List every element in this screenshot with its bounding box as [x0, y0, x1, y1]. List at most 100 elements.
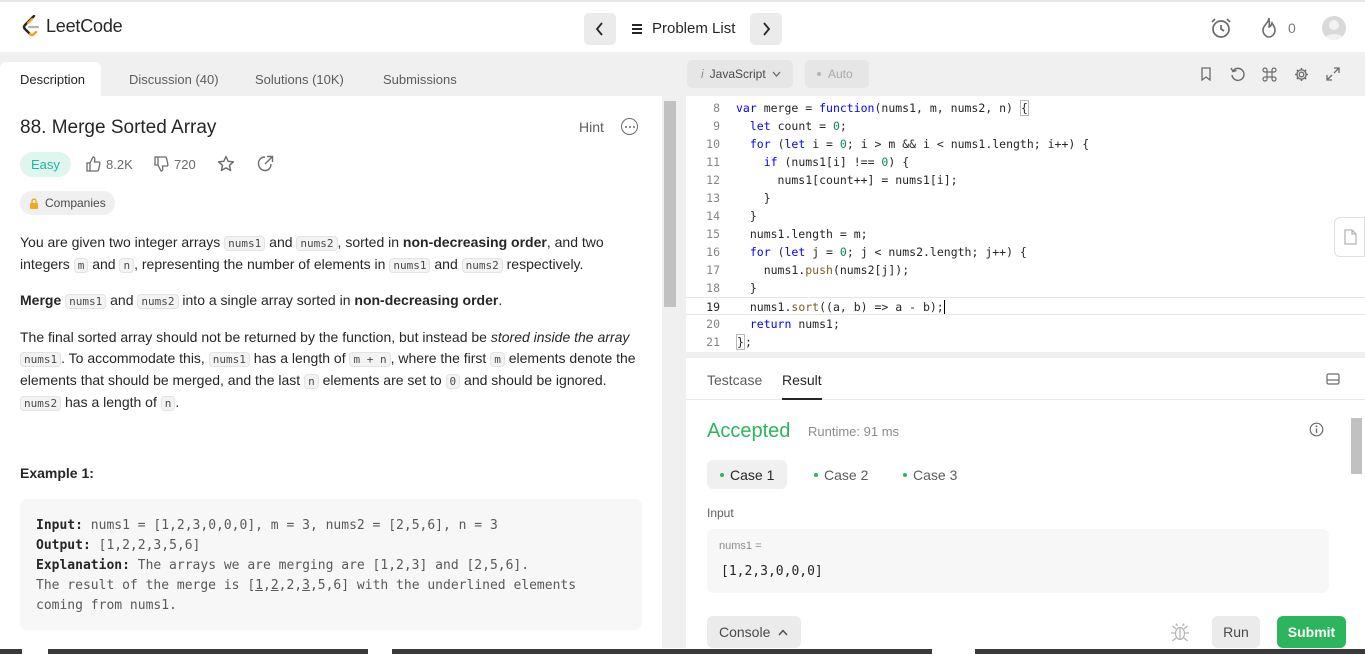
- problem-list-label: Problem List: [652, 20, 736, 37]
- code-line: 17 nums1.push(nums2[j]);: [706, 263, 910, 277]
- side-note-tab[interactable]: [1334, 217, 1365, 257]
- description-paragraph-1: You are given two integer arrays nums1 a…: [20, 234, 604, 273]
- code-line: 20 return nums1;: [706, 317, 840, 331]
- code-line-current: 19 nums1.sort((a, b) => a - b);: [686, 297, 1365, 315]
- active-tab-indicator: [782, 398, 822, 400]
- code-line: 16 for (let j = 0; j < nums2.length; j++…: [706, 245, 1027, 259]
- auto-label: Auto: [828, 67, 853, 81]
- chevron-left-icon: [595, 22, 603, 36]
- like-count: 8.2K: [106, 156, 133, 172]
- gear-icon[interactable]: [1294, 67, 1309, 87]
- example-box: Input: nums1 = [1,2,3,0,0,0], m = 3, num…: [20, 499, 642, 630]
- chevron-right-icon: [763, 22, 771, 36]
- code-line: 18 }: [706, 281, 757, 295]
- logo-text: LeetCode: [46, 15, 123, 36]
- menu-icon: [632, 23, 642, 34]
- code-line: 11 if (nums1[i] !== 0) {: [706, 155, 910, 169]
- info-circle-icon[interactable]: [1309, 422, 1324, 442]
- result-scroll-thumb[interactable]: [1351, 418, 1362, 474]
- code-line: 15 nums1.length = m;: [706, 227, 868, 241]
- tab-result[interactable]: Result: [782, 372, 822, 388]
- tab-discussion[interactable]: Discussion (40): [129, 72, 219, 87]
- code-line: 21};: [706, 334, 752, 350]
- bottom-bar-segment: [392, 649, 932, 654]
- runtime-text: Runtime: 91 ms: [808, 424, 900, 439]
- bookmark-icon[interactable]: [1200, 67, 1212, 86]
- document-icon: [1343, 229, 1357, 245]
- fire-icon: [1262, 17, 1276, 38]
- example-title: Example 1:: [20, 465, 94, 481]
- code-line: 13 }: [706, 191, 771, 205]
- description-scroll-thumb[interactable]: [664, 101, 676, 307]
- problem-list-button[interactable]: Problem List: [632, 20, 735, 37]
- case-tab-2[interactable]: Case 2: [801, 460, 881, 489]
- tab-testcase[interactable]: Testcase: [707, 372, 762, 388]
- share-icon[interactable]: [257, 155, 274, 177]
- tab-description[interactable]: Description: [20, 72, 85, 87]
- user-icon: [1324, 20, 1344, 40]
- code-line: 12 nums1[count++] = nums1[i];: [706, 173, 958, 187]
- run-button[interactable]: Run: [1212, 616, 1260, 648]
- code-editor-panel: i JavaScript Auto 8 var merge = function(…: [686, 60, 1365, 352]
- shortcuts-icon[interactable]: [1262, 67, 1277, 87]
- like-button[interactable]: 8.2K: [85, 156, 133, 172]
- thumbs-down-icon: [154, 156, 169, 172]
- dislike-count: 720: [174, 156, 196, 172]
- problem-description: 88. Merge Sorted Array Hint Easy 8.2K 72…: [0, 96, 662, 648]
- description-paragraph-2: Merge nums1 and nums2 into a single arra…: [20, 292, 503, 309]
- input-box: nums1 = [1,2,3,0,0,0]: [707, 529, 1329, 593]
- debug-icon[interactable]: [1170, 622, 1190, 647]
- problem-panel: Description Discussion (40) Solutions (1…: [0, 52, 662, 648]
- chevron-up-icon: [778, 628, 788, 635]
- window-bottom-bar: [0, 648, 1365, 654]
- logo[interactable]: LeetCode: [22, 15, 123, 37]
- dislike-button[interactable]: 720: [153, 156, 196, 172]
- description-paragraph-3: The final sorted array should not be ret…: [20, 329, 636, 411]
- auto-dot-icon: [817, 72, 821, 76]
- bottom-bar-segment: [0, 649, 22, 654]
- code-line: 10 for (let i = 0; i > m && i < nums1.le…: [706, 137, 1090, 151]
- alarm-clock-icon[interactable]: [1210, 17, 1232, 44]
- avatar[interactable]: [1322, 16, 1346, 40]
- bottom-bar-segment: [48, 649, 368, 654]
- hint-button[interactable]: Hint: [579, 119, 604, 135]
- reset-icon[interactable]: [1230, 67, 1245, 87]
- companies-button[interactable]: Companies: [20, 191, 115, 215]
- case-tab-3[interactable]: Case 3: [890, 460, 970, 489]
- auto-button[interactable]: Auto: [805, 60, 869, 88]
- result-tabs: Testcase Result: [686, 358, 1365, 400]
- streak-counter[interactable]: 0: [1260, 17, 1296, 38]
- submit-button[interactable]: Submit: [1277, 616, 1346, 648]
- expand-icon[interactable]: [1326, 67, 1340, 86]
- pass-dot-icon: [720, 472, 724, 477]
- description-scrollbar[interactable]: [663, 96, 677, 648]
- code-area[interactable]: 8 var merge = function(nums1, m, nums2, n…: [686, 96, 1365, 352]
- editor-toolbar: i JavaScript Auto: [686, 60, 1365, 96]
- language-label: JavaScript: [709, 67, 766, 81]
- case-tab-1[interactable]: Case 1: [707, 460, 788, 489]
- tab-solutions[interactable]: Solutions (10K): [255, 72, 344, 87]
- top-nav: LeetCode Problem List 0: [0, 0, 1365, 52]
- streak-count: 0: [1288, 19, 1296, 36]
- pass-dot-icon: [903, 472, 907, 477]
- bottom-bar-segment: [975, 649, 1365, 654]
- tab-submissions[interactable]: Submissions: [383, 72, 457, 87]
- next-problem-button[interactable]: [750, 13, 782, 45]
- console-button[interactable]: Console: [707, 616, 801, 648]
- code-line: 9 let count = 0;: [713, 119, 847, 133]
- info-icon: i: [701, 67, 704, 81]
- code-line: 8 var merge = function(nums1, m, nums2, n…: [713, 100, 1029, 116]
- result-scrollbar[interactable]: [1350, 402, 1362, 602]
- console-label: Console: [719, 624, 771, 640]
- star-icon[interactable]: [217, 155, 235, 178]
- more-options-icon[interactable]: [621, 118, 638, 135]
- input-variable-value: [1,2,3,0,0,0]: [721, 564, 823, 579]
- language-selector[interactable]: i JavaScript: [687, 60, 793, 88]
- lock-icon: [30, 197, 38, 209]
- problem-tabs: Description Discussion (40) Solutions (1…: [0, 52, 662, 96]
- layout-icon[interactable]: [1326, 372, 1340, 390]
- prev-problem-button[interactable]: [584, 13, 616, 45]
- thumbs-up-icon: [86, 156, 101, 172]
- pass-dot-icon: [814, 472, 818, 477]
- code-line: 14 }: [706, 209, 757, 223]
